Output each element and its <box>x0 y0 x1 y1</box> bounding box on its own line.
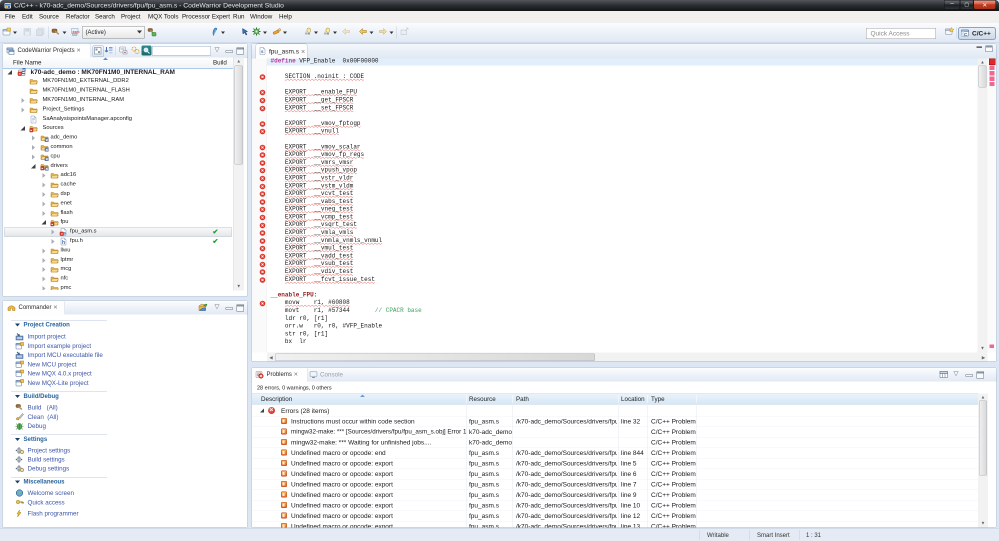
svg-text:asm: asm <box>73 30 80 34</box>
svg-text:h: h <box>62 240 65 246</box>
